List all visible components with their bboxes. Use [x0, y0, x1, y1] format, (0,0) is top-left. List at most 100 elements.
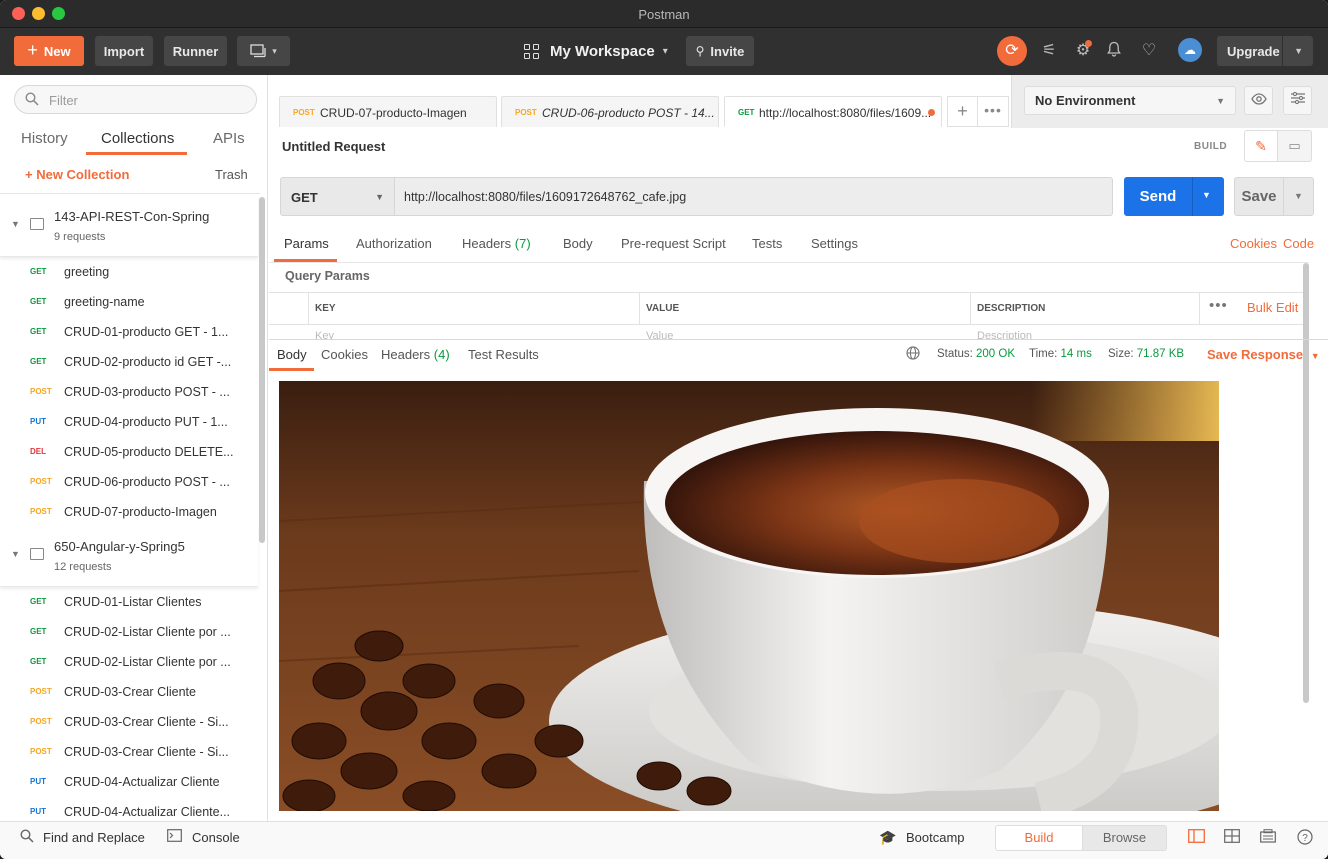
request-list-item[interactable]: GET CRUD-01-Listar Clientes — [0, 587, 258, 617]
tab-collections[interactable]: Collections — [101, 130, 174, 147]
find-and-replace-button[interactable]: Find and Replace — [43, 830, 145, 845]
method-select[interactable]: GET ▼ — [280, 177, 395, 216]
response-scrollbar[interactable] — [1301, 381, 1311, 811]
runner-button[interactable]: Runner — [164, 36, 227, 66]
send-options-chevron-icon[interactable]: ▼ — [1202, 190, 1211, 200]
request-name: CRUD-06-producto POST - ... — [64, 475, 230, 489]
collection-header[interactable]: ▼ 143-API-REST-Con-Spring 9 requests — [0, 197, 258, 257]
request-list-item[interactable]: GET CRUD-01-producto GET - 1... — [0, 317, 258, 347]
tab-params[interactable]: Params — [284, 236, 329, 251]
time-value: 14 ms — [1060, 348, 1092, 360]
request-list-item[interactable]: POST CRUD-07-producto-Imagen — [0, 497, 258, 527]
invite-button[interactable]: ⚲ Invite — [686, 36, 754, 66]
chevron-down-icon: ▼ — [1216, 96, 1225, 106]
filter-input[interactable] — [49, 91, 239, 109]
tab-authorization[interactable]: Authorization — [356, 236, 432, 251]
request-list-item[interactable]: PUT CRUD-04-Actualizar Cliente — [0, 767, 258, 797]
edit-pencil-icon[interactable]: ✎ — [1244, 130, 1278, 162]
request-list-item[interactable]: DEL CRUD-05-producto DELETE... — [0, 437, 258, 467]
request-list-item[interactable]: GET greeting-name — [0, 287, 258, 317]
response-image-coffee-cup — [279, 381, 1219, 811]
send-button[interactable]: Send ▼ — [1124, 177, 1224, 216]
request-tab[interactable]: POST CRUD-07-producto-Imagen — [279, 96, 497, 127]
sync-icon[interactable]: ⟳ — [997, 36, 1027, 66]
url-input[interactable] — [404, 188, 1094, 206]
request-list-item[interactable]: POST CRUD-03-Crear Cliente — [0, 677, 258, 707]
response-tab-cookies[interactable]: Cookies — [321, 347, 368, 362]
bulk-edit-link[interactable]: Bulk Edit — [1247, 300, 1298, 315]
request-name: CRUD-02-Listar Cliente por ... — [64, 655, 231, 669]
heart-icon[interactable]: ♡ — [1139, 41, 1159, 61]
comments-icon[interactable]: ▭ — [1278, 130, 1312, 162]
svg-text:?: ? — [1302, 833, 1308, 844]
workspace-selector[interactable]: My Workspace ▾ — [524, 36, 668, 66]
method-badge: GET — [30, 597, 47, 606]
request-list-item[interactable]: PUT CRUD-04-producto PUT - 1... — [0, 407, 258, 437]
request-list-item[interactable]: POST CRUD-03-Crear Cliente - Si... — [0, 737, 258, 767]
request-title[interactable]: Untitled Request — [282, 139, 385, 154]
save-options-chevron-icon[interactable]: ▼ — [1294, 191, 1303, 201]
tab-tests[interactable]: Tests — [752, 236, 782, 251]
cookies-link[interactable]: Cookies — [1230, 236, 1277, 251]
chevron-down-icon[interactable]: ▼ — [11, 549, 20, 559]
browse-mode-button[interactable]: Browse — [1083, 825, 1167, 851]
active-tab-indicator — [86, 152, 187, 155]
sidebar-scrollbar[interactable] — [259, 197, 265, 817]
request-tab[interactable]: POST CRUD-06-producto POST - 14... — [501, 96, 719, 127]
request-list-item[interactable]: POST CRUD-06-producto POST - ... — [0, 467, 258, 497]
tab-apis[interactable]: APIs — [213, 130, 245, 147]
request-tab-active[interactable]: GET http://localhost:8080/files/1609... — [724, 96, 942, 127]
size-readout: Size: 71.87 KB — [1108, 348, 1185, 360]
user-avatar-cloud-icon[interactable]: ☁ — [1178, 38, 1202, 62]
request-list-item[interactable]: POST CRUD-03-Crear Cliente - Si... — [0, 707, 258, 737]
more-options-icon[interactable]: ••• — [1209, 297, 1228, 314]
more-tabs-button[interactable]: ••• — [978, 96, 1009, 127]
two-pane-view-icon[interactable] — [1188, 829, 1205, 846]
request-list-item[interactable]: PUT CRUD-04-Actualizar Cliente... — [0, 797, 258, 821]
collection-header[interactable]: ▼ 650-Angular-y-Spring5 12 requests — [0, 527, 258, 587]
tab-settings[interactable]: Settings — [811, 236, 858, 251]
request-list-item[interactable]: GET CRUD-02-Listar Cliente por ... — [0, 617, 258, 647]
bootcamp-button[interactable]: Bootcamp — [906, 830, 965, 845]
response-divider[interactable] — [269, 339, 1328, 340]
console-button[interactable]: Console — [192, 830, 240, 845]
tab-headers[interactable]: Headers (7) — [462, 236, 531, 251]
request-list-item[interactable]: GET greeting — [0, 257, 258, 287]
request-list-item[interactable]: GET CRUD-02-Listar Cliente por ... — [0, 647, 258, 677]
tab-history[interactable]: History — [21, 130, 68, 147]
tab-body[interactable]: Body — [563, 236, 593, 251]
satellite-icon[interactable]: ⚟ — [1039, 41, 1059, 61]
new-button[interactable]: + New — [14, 36, 84, 66]
chevron-down-icon[interactable]: ▼ — [11, 219, 20, 229]
code-link[interactable]: Code — [1283, 236, 1314, 251]
response-tab-headers[interactable]: Headers (4) — [381, 347, 450, 362]
upgrade-button[interactable]: Upgrade ▼ — [1217, 36, 1313, 66]
new-collection-button[interactable]: + New Collection — [25, 167, 129, 182]
save-response-button[interactable]: Save Response ▼ — [1207, 347, 1320, 362]
request-name: CRUD-05-producto DELETE... — [64, 445, 234, 459]
new-window-button[interactable]: ▾ — [237, 36, 290, 66]
chevron-down-icon[interactable]: ▼ — [1294, 46, 1303, 56]
column-header-key: KEY — [309, 293, 640, 325]
chevron-down-icon: ▼ — [1310, 351, 1320, 361]
response-tab-body[interactable]: Body — [277, 347, 307, 362]
save-button[interactable]: Save ▼ — [1234, 177, 1314, 216]
environment-quick-look-eye-icon[interactable] — [1244, 86, 1273, 115]
build-mode-button[interactable]: Build — [995, 825, 1083, 851]
request-list-item[interactable]: POST CRUD-03-producto POST - ... — [0, 377, 258, 407]
new-tab-button[interactable]: + — [947, 96, 978, 127]
tab-pre-request-script[interactable]: Pre-request Script — [621, 236, 726, 251]
keyboard-shortcuts-icon[interactable] — [1260, 829, 1276, 846]
help-icon[interactable]: ? — [1297, 829, 1313, 848]
trash-button[interactable]: Trash — [215, 167, 248, 182]
layout-grid-icon[interactable] — [1224, 829, 1240, 846]
response-tab-test-results[interactable]: Test Results — [468, 347, 539, 362]
globe-icon[interactable] — [906, 346, 920, 363]
manage-environments-sliders-icon[interactable] — [1283, 86, 1312, 115]
notifications-bell-icon[interactable] — [1104, 41, 1124, 61]
import-button[interactable]: Import — [95, 36, 153, 66]
collection-request-count: 12 requests — [54, 561, 112, 573]
method-badge: POST — [30, 747, 52, 756]
environment-select[interactable]: No Environment ▼ — [1024, 86, 1236, 115]
request-list-item[interactable]: GET CRUD-02-producto id GET -... — [0, 347, 258, 377]
